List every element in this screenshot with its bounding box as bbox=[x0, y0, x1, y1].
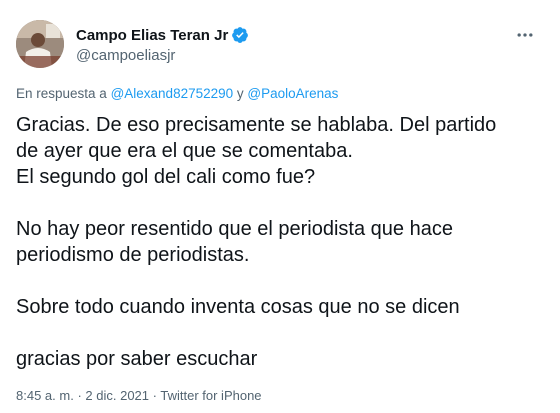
tweet-header: Campo Elias Teran Jr @campoeliasjr bbox=[16, 20, 544, 70]
tweet-line: gracias por saber escuchar bbox=[16, 348, 258, 370]
tweet-metadata: 8:45 a. m. · 2 dic. 2021 · Twitter for i… bbox=[16, 388, 262, 403]
tweet-text: Gracias. De eso precisamente se hablaba.… bbox=[16, 112, 544, 372]
tweet-time[interactable]: 8:45 a. m. bbox=[16, 388, 74, 403]
tweet-line: periodismo de periodistas. bbox=[16, 244, 250, 266]
tweet-source: Twitter for iPhone bbox=[160, 388, 262, 403]
reply-user-link-2[interactable]: @PaoloArenas bbox=[247, 86, 338, 101]
tweet-card: Campo Elias Teran Jr @campoeliasjr En re… bbox=[0, 0, 560, 413]
tweet-line: No hay peor resentido que el periodista … bbox=[16, 218, 453, 240]
tweet-line: de ayer que era el que se comentaba. bbox=[16, 140, 353, 162]
tweet-date[interactable]: 2 dic. 2021 bbox=[85, 388, 149, 403]
more-options-icon[interactable] bbox=[510, 22, 540, 48]
tweet-line: Gracias. De eso precisamente se hablaba.… bbox=[16, 114, 497, 136]
meta-separator: · bbox=[152, 388, 157, 403]
avatar-image bbox=[16, 20, 64, 68]
reply-connector: y bbox=[236, 86, 244, 101]
avatar[interactable] bbox=[16, 20, 64, 68]
handle[interactable]: @campoeliasjr bbox=[76, 47, 249, 64]
tweet-line: El segundo gol del cali como fue? bbox=[16, 166, 316, 188]
tweet-line: Sobre todo cuando inventa cosas que no s… bbox=[16, 296, 460, 318]
reply-user-link-1[interactable]: @Alexand82752290 bbox=[111, 86, 234, 101]
display-name[interactable]: Campo Elias Teran Jr bbox=[76, 27, 228, 44]
reply-context: En respuesta a @Alexand82752290 y @Paolo… bbox=[16, 86, 338, 101]
author-names: Campo Elias Teran Jr @campoeliasjr bbox=[76, 25, 249, 64]
display-name-row: Campo Elias Teran Jr bbox=[76, 25, 249, 45]
verified-badge-icon bbox=[231, 26, 249, 44]
reply-prefix: En respuesta a bbox=[16, 86, 107, 101]
meta-separator: · bbox=[77, 388, 82, 403]
